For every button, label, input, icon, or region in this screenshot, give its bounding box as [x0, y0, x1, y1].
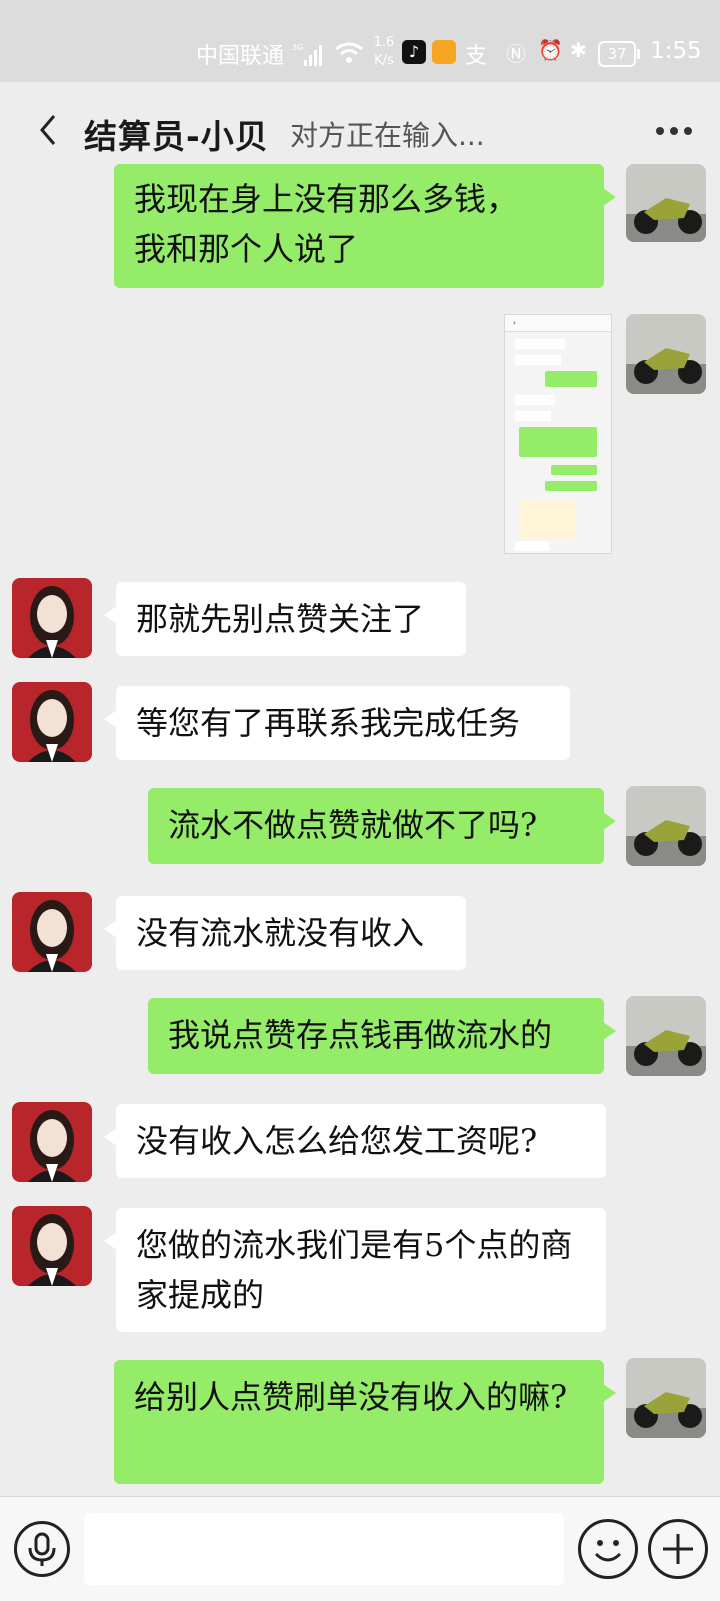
- back-arrow-icon[interactable]: [30, 108, 64, 152]
- carrier-name: 中国联通: [196, 44, 285, 69]
- message-bubble-received[interactable]: 您做的流水我们是有5个点的商家提成的: [104, 1208, 606, 1332]
- my-avatar[interactable]: [626, 314, 706, 394]
- wifi-icon: [335, 42, 363, 63]
- message-text: 我说点赞存点钱再做流水的: [168, 1016, 553, 1054]
- speed-unit: K/s: [374, 53, 394, 68]
- microphone-icon[interactable]: [14, 1521, 70, 1577]
- network-type: 3G: [292, 43, 303, 52]
- contact-avatar[interactable]: [12, 892, 92, 972]
- my-avatar[interactable]: [626, 996, 706, 1076]
- message-bubble-sent[interactable]: 我说点赞存点钱再做流水的: [148, 998, 616, 1074]
- message-text: 没有流水就没有收入: [136, 914, 425, 952]
- alarm-icon: ⏰: [538, 38, 563, 62]
- signal-icon: 3G: [292, 43, 322, 66]
- my-avatar[interactable]: [626, 1358, 706, 1438]
- contact-avatar[interactable]: [12, 1102, 92, 1182]
- message-input[interactable]: [84, 1513, 564, 1585]
- thumbnail-header: ‹: [505, 315, 611, 332]
- clock: 1:55: [650, 38, 702, 64]
- weibo-icon: [432, 40, 456, 64]
- message-text: 等您有了再联系我完成任务: [136, 704, 521, 742]
- more-options-icon[interactable]: [656, 120, 702, 140]
- battery-icon: 37: [598, 41, 640, 67]
- input-bar: [0, 1496, 720, 1601]
- network-speed: 1.6 K/s: [371, 34, 397, 70]
- my-avatar[interactable]: [626, 786, 706, 866]
- message-bubble-sent[interactable]: 我现在身上没有那么多钱， 我和那个人说了: [114, 164, 616, 288]
- my-avatar[interactable]: [626, 164, 706, 242]
- plus-icon[interactable]: [648, 1519, 708, 1579]
- message-text: 您做的流水我们是有5个点的商家提成的: [136, 1226, 573, 1314]
- nfc-icon: Ⓝ: [506, 42, 526, 66]
- contact-avatar[interactable]: [12, 578, 92, 658]
- speed-value: 1.6: [373, 35, 395, 50]
- message-text: 我现在身上没有那么多钱， 我和那个人说了: [134, 180, 519, 268]
- chat-title: 结算员-小贝: [84, 117, 269, 156]
- battery-level: 37: [607, 45, 627, 63]
- contact-avatar[interactable]: [12, 682, 92, 762]
- contact-avatar[interactable]: [12, 1206, 92, 1286]
- message-text: 流水不做点赞就做不了吗?: [168, 806, 538, 844]
- message-image-screenshot[interactable]: ‹: [504, 314, 612, 554]
- smiley-icon[interactable]: [578, 1519, 638, 1579]
- message-bubble-sent[interactable]: 给别人点赞刷单没有收入的嘛?: [114, 1360, 616, 1484]
- bluetooth-icon: ✱: [570, 38, 587, 62]
- status-bar: 中国联通 3G 1.6 K/s ♪ 支 Ⓝ ⏰ ✱ 37 1:55: [0, 0, 720, 82]
- tiktok-icon: ♪: [402, 40, 426, 64]
- message-text: 给别人点赞刷单没有收入的嘛?: [134, 1378, 568, 1416]
- message-text: 那就先别点赞关注了: [136, 600, 425, 638]
- message-bubble-received[interactable]: 那就先别点赞关注了: [104, 582, 466, 656]
- message-bubble-sent[interactable]: 流水不做点赞就做不了吗?: [148, 788, 616, 864]
- message-bubble-received[interactable]: 没有收入怎么给您发工资呢?: [104, 1104, 606, 1178]
- message-text: 没有收入怎么给您发工资呢?: [136, 1122, 538, 1160]
- message-bubble-received[interactable]: 没有流水就没有收入: [104, 896, 466, 970]
- typing-indicator: 对方正在输入...: [290, 119, 485, 152]
- alipay-icon: 支: [465, 44, 488, 69]
- message-bubble-received[interactable]: 等您有了再联系我完成任务: [104, 686, 570, 760]
